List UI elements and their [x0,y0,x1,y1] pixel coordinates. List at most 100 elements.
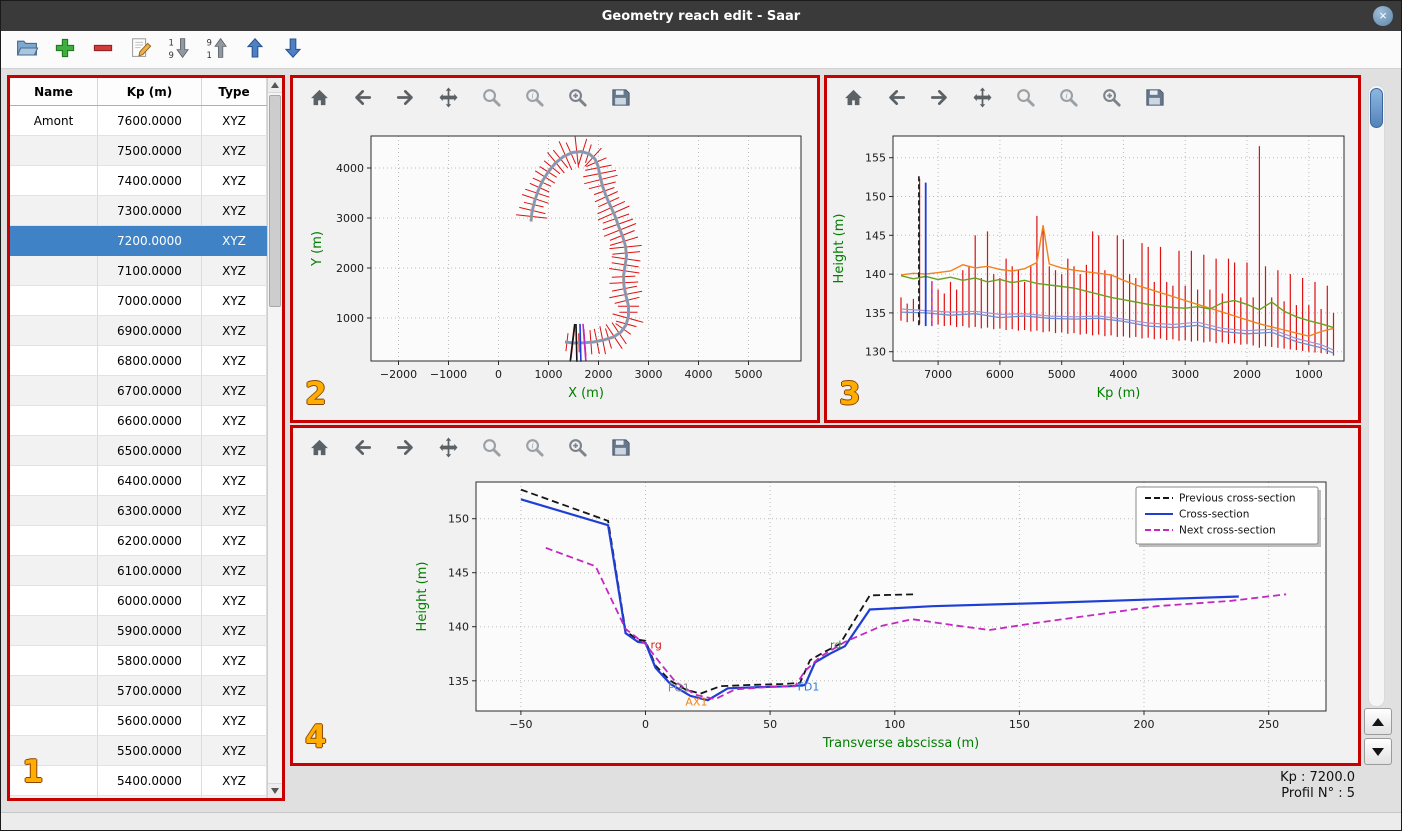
title-bar: Geometry reach edit - Saar × [1,1,1401,31]
move-up-button[interactable] [239,34,271,66]
table-row[interactable]: 6800.0000 XYZ [10,346,267,376]
table-row[interactable]: 6300.0000 XYZ [10,496,267,526]
home-button[interactable] [305,435,333,463]
cell-name [10,766,98,796]
kp-status: Kp : 7200.0 [1280,770,1355,785]
zoom-plus-button[interactable] [563,85,591,113]
svg-text:3000: 3000 [635,368,663,381]
next-profile-button[interactable] [1364,738,1392,765]
table-row[interactable]: 6000.0000 XYZ [10,586,267,616]
zoom-info-button[interactable]: i [520,85,548,113]
status-info: Kp : 7200.0 Profil N° : 5 [1280,770,1355,801]
cell-type: XYZ [202,436,267,466]
sort-ascending-button[interactable]: 91 [201,34,233,66]
table-row[interactable]: 7500.0000 XYZ [10,136,267,166]
save-icon [1143,86,1166,112]
zoom-info-button[interactable]: i [520,435,548,463]
open-button[interactable] [11,34,43,66]
save-button[interactable] [1140,85,1168,113]
table-row[interactable]: 6600.0000 XYZ [10,406,267,436]
previous-profile-button[interactable] [1364,708,1392,735]
table-row[interactable]: 5700.0000 XYZ [10,676,267,706]
sort-descending-button[interactable]: 19 [163,34,195,66]
cell-name [10,556,98,586]
cell-name [10,646,98,676]
table-row[interactable]: 6900.0000 XYZ [10,316,267,346]
home-button[interactable] [839,85,867,113]
pan-button[interactable] [968,85,996,113]
forward-button[interactable] [391,85,419,113]
cross-section-canvas[interactable]: rg rd FG1 FD1 AX1 −50 0 50 100 150 200 250 135 140 145… [293,470,1358,763]
save-button[interactable] [606,435,634,463]
zoom-plus-button[interactable] [563,435,591,463]
cross-sections-table: Name Kp (m) Type Amont 7600.0000 XYZ 7500.000… [10,78,267,798]
longitudinal-profile-canvas[interactable]: 7000 6000 5000 4000 3000 2000 1000 130 135 140 145… [827,120,1358,420]
table-row[interactable]: 6700.0000 XYZ [10,376,267,406]
table-row[interactable]: 6500.0000 XYZ [10,436,267,466]
table-scrollbar-thumb[interactable] [269,95,281,307]
zoom-button[interactable] [477,435,505,463]
back-button[interactable] [882,85,910,113]
svg-text:rd: rd [830,638,841,651]
table-scrollbar[interactable] [267,78,282,798]
cell-type: XYZ [202,616,267,646]
profile-slider-thumb[interactable] [1370,88,1383,128]
move-down-button[interactable] [277,34,309,66]
svg-text:140: 140 [865,268,886,281]
zoom-button[interactable] [477,85,505,113]
plan-view-panel: i −2000 −1000 0 1000 2000 3000 4000 5000 1000 200… [290,75,820,423]
plan-view-canvas[interactable]: −2000 −1000 0 1000 2000 3000 4000 5000 1000 2000 3… [293,120,817,420]
forward-button[interactable] [391,435,419,463]
table-row[interactable]: 5900.0000 XYZ [10,616,267,646]
add-button[interactable] [49,34,81,66]
cross-section-toolbar: i [293,428,1358,470]
table-row[interactable]: 7400.0000 XYZ [10,166,267,196]
remove-button[interactable] [87,34,119,66]
close-button[interactable]: × [1373,6,1393,26]
table-row[interactable]: 6200.0000 XYZ [10,526,267,556]
table-row[interactable]: 7200.0000 XYZ [10,226,267,256]
forward-button[interactable] [925,85,953,113]
zoom-plus-button[interactable] [1097,85,1125,113]
svg-text:Kp (m): Kp (m) [1097,386,1141,401]
pan-icon [971,86,994,112]
zoom-button[interactable] [1011,85,1039,113]
table-row[interactable]: 5800.0000 XYZ [10,646,267,676]
table-row[interactable]: 6400.0000 XYZ [10,466,267,496]
table-row[interactable]: 7000.0000 XYZ [10,286,267,316]
svg-text:1000: 1000 [336,312,364,325]
table-scroll-up-button[interactable] [268,78,282,93]
edit-button[interactable] [125,34,157,66]
svg-text:−1000: −1000 [430,368,467,381]
pan-button[interactable] [434,85,462,113]
move-down-icon [281,36,305,63]
table-row[interactable]: 7300.0000 XYZ [10,196,267,226]
svg-text:Height (m): Height (m) [832,214,847,284]
cell-name [10,256,98,286]
table-row[interactable]: 5300.0000XYZ [10,796,267,798]
table-row[interactable]: Amont 7600.0000 XYZ [10,106,267,136]
save-button[interactable] [606,85,634,113]
table-scroll-down-button[interactable] [268,783,282,798]
zoom-icon [480,436,503,462]
cell-name [10,796,98,798]
table-row[interactable]: 7100.0000 XYZ [10,256,267,286]
profile-slider[interactable] [1368,85,1385,707]
back-button[interactable] [348,85,376,113]
table-row[interactable]: 5500.0000 XYZ [10,736,267,766]
profil-status: Profil N° : 5 [1281,785,1355,801]
table-row[interactable]: 5400.0000 XYZ [10,766,267,796]
pan-button[interactable] [434,435,462,463]
cross-sections-panel: Name Kp (m) Type Amont 7600.0000 XYZ 7500.000… [7,75,285,801]
cell-type: XYZ [202,556,267,586]
zoom-info-button[interactable]: i [1054,85,1082,113]
table-row[interactable]: 6100.0000 XYZ [10,556,267,586]
svg-text:3000: 3000 [336,212,364,225]
home-button[interactable] [305,85,333,113]
window-title: Geometry reach edit - Saar [601,8,801,24]
save-icon [609,436,632,462]
back-button[interactable] [348,435,376,463]
down-triangle-icon [271,788,279,794]
svg-text:X (m): X (m) [568,386,604,401]
table-row[interactable]: 5600.0000 XYZ [10,706,267,736]
